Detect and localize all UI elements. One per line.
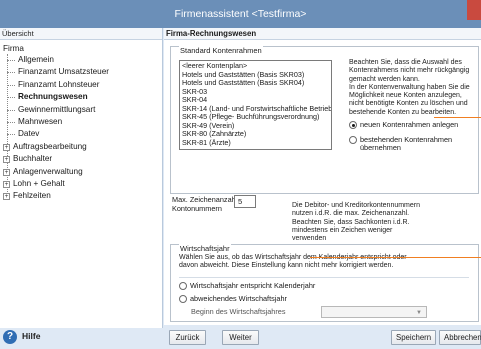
radio-bestehender-kontenrahmen[interactable]: bestehenden Kontenrahmen übernehmen: [349, 135, 452, 153]
save-button[interactable]: Speichern: [391, 330, 436, 345]
radio-abweichend[interactable]: abweichendes Wirtschaftsjahr: [179, 294, 287, 303]
sidebar-item-finanzamt-lohnsteuer[interactable]: Finanzamt Lohnsteuer: [0, 79, 162, 91]
radio-unselected-icon[interactable]: [349, 136, 357, 144]
kontenrahmen-note: Beachten Sie, dass die Auswahl des Konte…: [349, 59, 470, 116]
sidebar-item-gewinnermittlungsart[interactable]: Gewinnermittlungsart: [0, 104, 162, 116]
sidebar-item-anlagenverwaltung[interactable]: + Anlagenverwaltung: [0, 166, 162, 178]
wirtschaftsjahr-group: Wirtschaftsjahr Wählen Sie aus, ob das W…: [170, 244, 479, 322]
page-title: Firma-Rechnungswesen: [164, 28, 481, 40]
zeichenanzahl-note: Die Debitor- und Kreditorkontennummern n…: [292, 202, 421, 243]
callout-line: [310, 257, 481, 258]
radio-neuer-kontenrahmen[interactable]: neuen Kontenrahmen anlegen: [349, 120, 458, 129]
expand-plus-icon[interactable]: +: [3, 180, 10, 188]
kontenrahmen-group: Standard Kontenrahmen <leerer Kontenplan…: [170, 46, 479, 194]
sidebar-item-mahnwesen[interactable]: Mahnwesen: [0, 116, 162, 128]
sidebar-item-finanzamt-umsatzsteuer[interactable]: Finanzamt Umsatzsteuer: [0, 66, 162, 78]
help-icon[interactable]: ?: [3, 330, 17, 344]
beginn-select[interactable]: ▼: [321, 306, 427, 318]
kontenrahmen-listbox[interactable]: <leerer Kontenplan> Hotels und Gaststätt…: [179, 60, 332, 150]
tree-root-firma[interactable]: Firma: [0, 43, 162, 54]
sidebar-item-rechnungswesen[interactable]: Rechnungswesen: [0, 91, 162, 103]
kontenrahmen-label: Standard Kontenrahmen: [179, 46, 263, 55]
sidebar: Übersicht Firma Allgemein Finanzamt Umsa…: [0, 28, 163, 349]
sidebar-tree: Firma Allgemein Finanzamt Umsatzsteuer F…: [0, 40, 162, 203]
chevron-down-icon: ▼: [416, 310, 422, 316]
sidebar-item-fehlzeiten[interactable]: + Fehlzeiten: [0, 190, 162, 202]
zeichenanzahl-input[interactable]: 5: [234, 195, 256, 208]
list-item[interactable]: SKR-81 (Ärzte): [182, 138, 329, 148]
back-button[interactable]: Zurück: [169, 330, 206, 345]
window-title: Firmenassistent <Testfirma>: [174, 8, 307, 20]
help-area[interactable]: ? Hilfe: [0, 328, 163, 349]
sidebar-header: Übersicht: [0, 28, 162, 40]
window-titlebar: Firmenassistent <Testfirma>: [0, 0, 481, 28]
expand-plus-icon[interactable]: +: [3, 168, 10, 176]
sidebar-item-auftragsbearbeitung[interactable]: + Auftragsbearbeitung: [0, 141, 162, 153]
expand-plus-icon[interactable]: +: [3, 143, 10, 151]
divider: [179, 277, 469, 278]
expand-plus-icon[interactable]: +: [3, 156, 10, 164]
help-label[interactable]: Hilfe: [22, 331, 40, 341]
radio-unselected-icon[interactable]: [179, 295, 187, 303]
sidebar-item-lohn-gehalt[interactable]: + Lohn + Gehalt: [0, 178, 162, 190]
expand-plus-icon[interactable]: +: [3, 193, 10, 201]
main-panel: Firma-Rechnungswesen Standard Kontenrahm…: [164, 28, 481, 325]
sidebar-item-datev[interactable]: Datev: [0, 128, 162, 140]
window-close-button[interactable]: [467, 0, 481, 20]
radio-kalenderjahr[interactable]: Wirtschaftsjahr entspricht Kalenderjahr: [179, 281, 315, 290]
radio-unselected-icon[interactable]: [179, 282, 187, 290]
sidebar-item-buchhalter[interactable]: + Buchhalter: [0, 153, 162, 165]
sidebar-item-allgemein[interactable]: Allgemein: [0, 54, 162, 66]
next-button[interactable]: Weiter: [222, 330, 259, 345]
button-bar: Zurück Weiter Speichern Abbrechen: [164, 325, 481, 349]
beginn-label: Beginn des Wirtschaftsjahres: [191, 307, 286, 316]
radio-selected-icon[interactable]: [349, 121, 357, 129]
callout-line: [434, 117, 481, 118]
cancel-button[interactable]: Abbrechen: [439, 330, 481, 345]
wirtschaftsjahr-label: Wirtschaftsjahr: [179, 244, 231, 253]
